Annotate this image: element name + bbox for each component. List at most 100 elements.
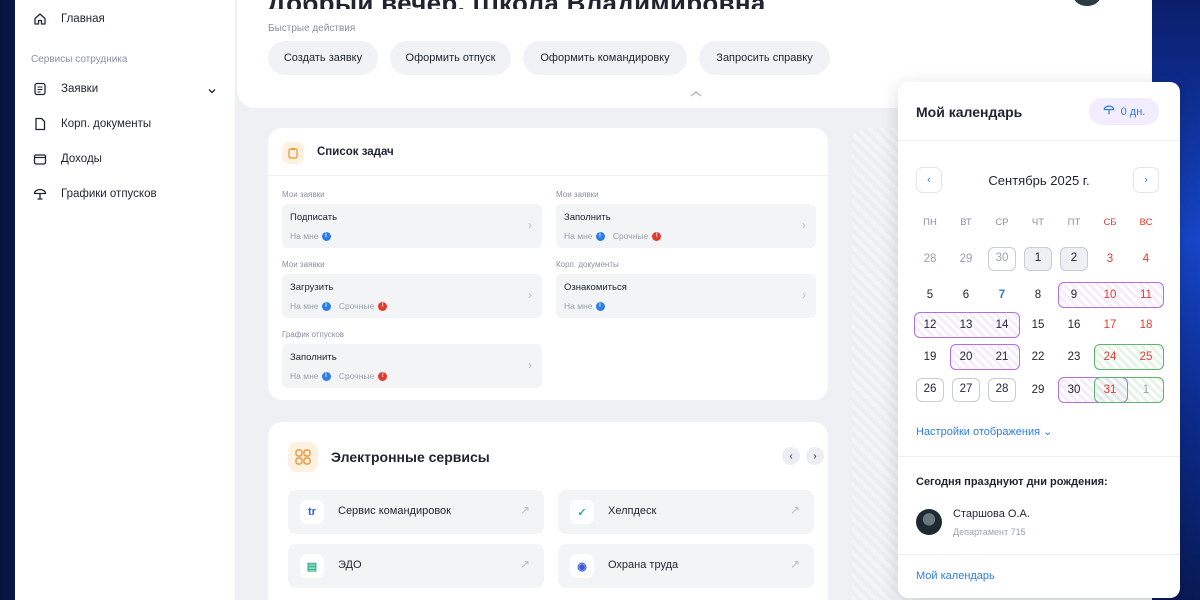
calendar-day[interactable]: 17 <box>1096 313 1124 337</box>
wallet-icon <box>32 152 47 167</box>
service-item-helpdesk[interactable]: ✓ Хелпдеск ↗ <box>558 490 814 534</box>
task-item[interactable]: Подписать На мне i › <box>282 204 542 248</box>
task-meta: На мне i Срочные! <box>290 301 388 311</box>
calendar-day[interactable]: 21 <box>988 345 1016 369</box>
sidebar-item-home[interactable]: Главная <box>32 9 105 29</box>
avatar[interactable] <box>1072 0 1102 6</box>
display-settings-link[interactable]: Настройки отображения ⌄ <box>916 425 1052 438</box>
task-assignee: На мне <box>290 301 319 311</box>
chevron-up-icon[interactable] <box>688 86 704 104</box>
calendar-day[interactable]: 7 <box>988 283 1016 307</box>
calendar-day[interactable]: 30 <box>988 247 1016 271</box>
my-calendar-link[interactable]: Мой календарь <box>916 570 995 582</box>
task-item[interactable]: Заполнить На мне i Срочные! › <box>282 344 542 388</box>
calendar-day[interactable]: 1 <box>1024 247 1052 271</box>
create-request-button[interactable]: Создать заявку <box>268 41 378 75</box>
calendar-day[interactable]: 24 <box>1096 345 1124 369</box>
calendar-day[interactable]: 10 <box>1096 283 1124 307</box>
calendar-day[interactable]: 28 <box>916 247 944 271</box>
external-link-icon: ↗ <box>519 503 530 517</box>
calendar-day[interactable]: 14 <box>988 313 1016 337</box>
quick-actions-label: Быстрые действия <box>268 23 356 34</box>
vacation-days-value: 0 дн. <box>1120 105 1146 118</box>
task-assignee: На мне <box>564 231 593 241</box>
birthdays-title: Сегодня празднуют дни рождения: <box>916 476 1108 488</box>
chevron-right-icon: › <box>528 288 532 302</box>
page-title: Добрый вечер, Школа Владимировна <box>267 0 766 9</box>
service-item-edo[interactable]: ▤ ЭДО ↗ <box>288 544 544 588</box>
sidebar-item-vacations[interactable]: Графики отпусков <box>32 184 157 204</box>
vacation-days-badge[interactable]: 0 дн. <box>1089 98 1159 125</box>
calendar-day[interactable]: 13 <box>952 313 980 337</box>
calendar-day[interactable]: 15 <box>1024 313 1052 337</box>
sidebar-item-corp-docs[interactable]: Корп. документы <box>32 114 151 134</box>
calendar-day[interactable]: 29 <box>1024 378 1052 402</box>
document-icon <box>32 117 47 132</box>
task-urgent: Срочные <box>338 301 375 311</box>
calendar-day[interactable]: 3 <box>1096 247 1124 271</box>
task-item[interactable]: Заполнить На мне i Срочные! › <box>556 204 816 248</box>
task-category: График отпусков <box>282 330 345 339</box>
chevron-right-icon: › <box>528 218 532 232</box>
calendar-day[interactable]: 18 <box>1132 313 1160 337</box>
calendar-day[interactable]: 2 <box>1060 247 1088 271</box>
tasks-card: Список задач Мои заявки Подписать На мне… <box>268 128 828 400</box>
calendar-day[interactable]: 26 <box>916 378 944 402</box>
services-next-button[interactable]: › <box>806 447 824 465</box>
task-item[interactable]: Загрузить На мне i Срочные! › <box>282 274 542 318</box>
chevron-right-icon: › <box>802 288 806 302</box>
calendar-day[interactable]: 12 <box>916 313 944 337</box>
service-item-safety[interactable]: ◉ Охрана труда ↗ <box>558 544 814 588</box>
task-title: Заполнить <box>564 212 611 223</box>
service-label: Охрана труда <box>608 559 679 571</box>
calendar-panel: Мой календарь 0 дн. ‹ Сентябрь 2025 г. ›… <box>898 82 1180 598</box>
calendar-day[interactable]: 4 <box>1132 247 1160 271</box>
avatar[interactable] <box>916 509 942 535</box>
task-assignee: На мне <box>290 231 319 241</box>
service-item-trips[interactable]: tr Сервис командировок ↗ <box>288 490 544 534</box>
sidebar-item-income[interactable]: Доходы <box>32 149 102 169</box>
next-month-button[interactable]: › <box>1133 167 1159 193</box>
task-item[interactable]: Ознакомиться На мне i › <box>556 274 816 318</box>
calendar-day[interactable]: 29 <box>952 247 980 271</box>
helpdesk-icon: ✓ <box>570 500 594 524</box>
calendar-day[interactable]: 1 <box>1132 378 1160 402</box>
calendar-day[interactable]: 30 <box>1060 378 1088 402</box>
display-settings-label: Настройки отображения <box>916 426 1041 438</box>
calendar-day[interactable]: 25 <box>1132 345 1160 369</box>
task-category: Мои заявки <box>556 190 599 199</box>
services-prev-button[interactable]: ‹ <box>782 447 800 465</box>
calendar-day[interactable]: 27 <box>952 378 980 402</box>
task-title: Заполнить <box>290 352 337 363</box>
task-title: Подписать <box>290 212 338 223</box>
chevron-right-icon: › <box>528 358 532 372</box>
services-card: Электронные сервисы ‹ › tr Сервис команд… <box>268 422 828 600</box>
calendar-day[interactable]: 22 <box>1024 345 1052 369</box>
tasks-title: Список задач <box>317 146 394 158</box>
request-certificate-button[interactable]: Запросить справку <box>699 41 830 75</box>
info-badge-icon: i <box>321 231 331 241</box>
calendar-day[interactable]: 6 <box>952 283 980 307</box>
calendar-day[interactable]: 31 <box>1096 378 1124 402</box>
calendar-day[interactable]: 11 <box>1132 283 1160 307</box>
chevron-down-icon[interactable] <box>207 83 217 101</box>
calendar-day[interactable]: 19 <box>916 345 944 369</box>
calendar-day[interactable]: 9 <box>1060 283 1088 307</box>
weekday-label: ВТ <box>960 217 972 228</box>
calendar-day[interactable]: 5 <box>916 283 944 307</box>
calendar-day[interactable]: 20 <box>952 345 980 369</box>
divider <box>898 456 1180 457</box>
external-link-icon: ↗ <box>789 503 800 517</box>
services-title: Электронные сервисы <box>331 449 490 465</box>
service-label: Хелпдеск <box>608 505 657 517</box>
calendar-day[interactable]: 8 <box>1024 283 1052 307</box>
business-trip-button[interactable]: Оформить командировку <box>523 41 687 75</box>
birthday-person-name[interactable]: Старшова О.А. <box>953 508 1030 520</box>
request-vacation-button[interactable]: Оформить отпуск <box>390 41 511 75</box>
calendar-day[interactable]: 16 <box>1060 313 1088 337</box>
weekday-label: СР <box>995 217 1009 228</box>
calendar-day[interactable]: 23 <box>1060 345 1088 369</box>
calendar-day[interactable]: 28 <box>988 378 1016 402</box>
sidebar-item-requests[interactable]: Заявки <box>32 79 98 99</box>
task-assignee: На мне <box>564 301 593 311</box>
